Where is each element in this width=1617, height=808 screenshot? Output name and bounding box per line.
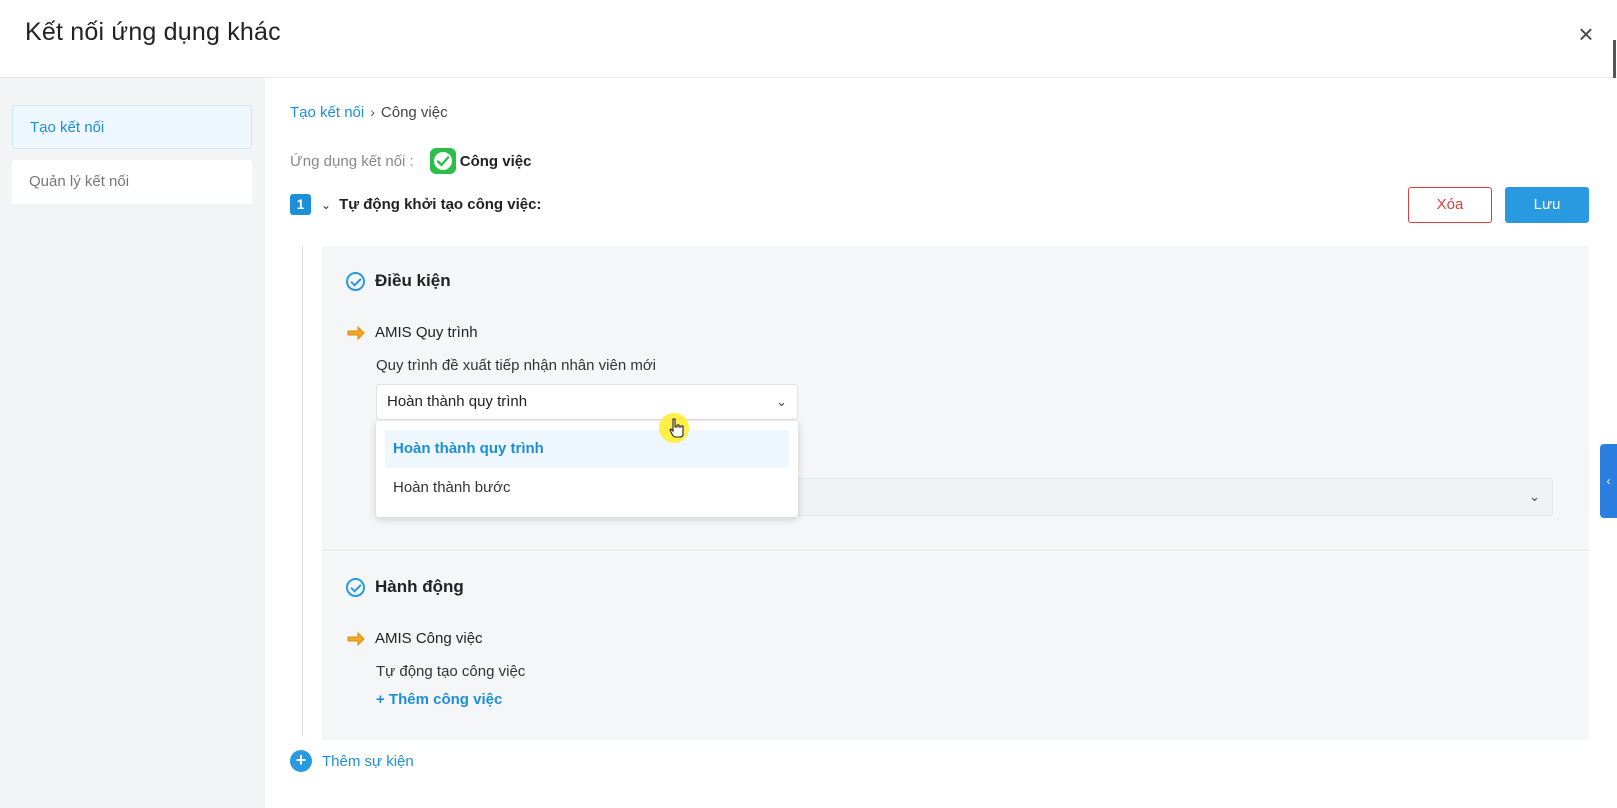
sidebar-item-manage-connections[interactable]: Quản lý kết nối [12, 160, 252, 204]
add-event-label: Thêm sự kiện [322, 752, 414, 770]
delete-button[interactable]: Xóa [1408, 187, 1492, 223]
check-circle-icon [346, 577, 365, 597]
connected-app-name: Công việc [459, 152, 532, 170]
breadcrumb: Tạo kết nối › Công việc [290, 104, 448, 121]
condition-event-dropdown: Hoàn thành quy trình Hoàn thành bước [376, 421, 798, 517]
add-event-button[interactable]: + Thêm sự kiện [290, 750, 414, 772]
action-app-name: AMIS Công việc [375, 630, 483, 647]
action-description: Tự động tạo công việc [376, 663, 526, 680]
chevron-down-icon[interactable]: ⌄ [321, 198, 331, 212]
chevron-left-icon[interactable]: ‹ [1600, 444, 1617, 518]
swap-arrows-icon [347, 631, 365, 646]
condition-app-line: AMIS Quy trình [346, 324, 478, 341]
condition-heading-label: Điều kiện [375, 271, 451, 290]
save-button[interactable]: Lưu [1505, 187, 1589, 223]
add-task-link[interactable]: + Thêm công việc [376, 691, 502, 708]
dropdown-option-complete-process[interactable]: Hoàn thành quy trình [385, 430, 789, 468]
sidebar-item-create-connection[interactable]: Tạo kết nối [12, 105, 252, 149]
plus-icon: + [290, 750, 312, 772]
action-app-line: AMIS Công việc [346, 630, 483, 647]
condition-event-select-value: Hoàn thành quy trình [387, 393, 528, 410]
hand-cursor-icon [669, 418, 684, 438]
swap-arrows-icon [347, 325, 365, 340]
step-number-badge: 1 [290, 194, 311, 215]
chevron-down-icon: ⌄ [1529, 489, 1540, 504]
condition-event-select[interactable]: Hoàn thành quy trình ⌄ [376, 384, 798, 420]
action-heading-label: Hành động [375, 577, 464, 596]
breadcrumb-current: Công việc [380, 104, 448, 121]
action-panel [322, 552, 1589, 740]
panel-divider [322, 550, 1589, 551]
connected-app-row: Ứng dụng kết nối : Công việc [290, 148, 531, 174]
condition-heading: Điều kiện [346, 271, 451, 291]
check-circle-icon [346, 271, 365, 291]
connected-app-label: Ứng dụng kết nối : [290, 152, 414, 170]
close-icon[interactable]: × [1572, 20, 1600, 48]
dialog-header: Kết nối ứng dụng khác × [0, 0, 1617, 78]
dialog-title: Kết nối ứng dụng khác [25, 18, 281, 46]
dropdown-option-complete-step[interactable]: Hoàn thành bước [385, 469, 789, 507]
sidebar: Tạo kết nối Quản lý kết nối [0, 78, 265, 808]
timeline-line [302, 246, 303, 736]
chevron-down-icon: ⌄ [776, 394, 787, 409]
chevron-right-icon: › [370, 104, 375, 120]
step-title: Tự động khởi tạo công việc: [339, 196, 542, 213]
breadcrumb-link-create[interactable]: Tạo kết nối [290, 104, 364, 121]
task-app-icon [429, 148, 456, 174]
action-heading: Hành động [346, 577, 464, 597]
condition-process-name: Quy trình đề xuất tiếp nhận nhân viên mớ… [376, 357, 657, 374]
condition-app-name: AMIS Quy trình [375, 324, 478, 341]
step-header: 1 ⌄ Tự động khởi tạo công việc: [290, 194, 541, 215]
secondary-select[interactable]: ⌄ [790, 478, 1553, 516]
